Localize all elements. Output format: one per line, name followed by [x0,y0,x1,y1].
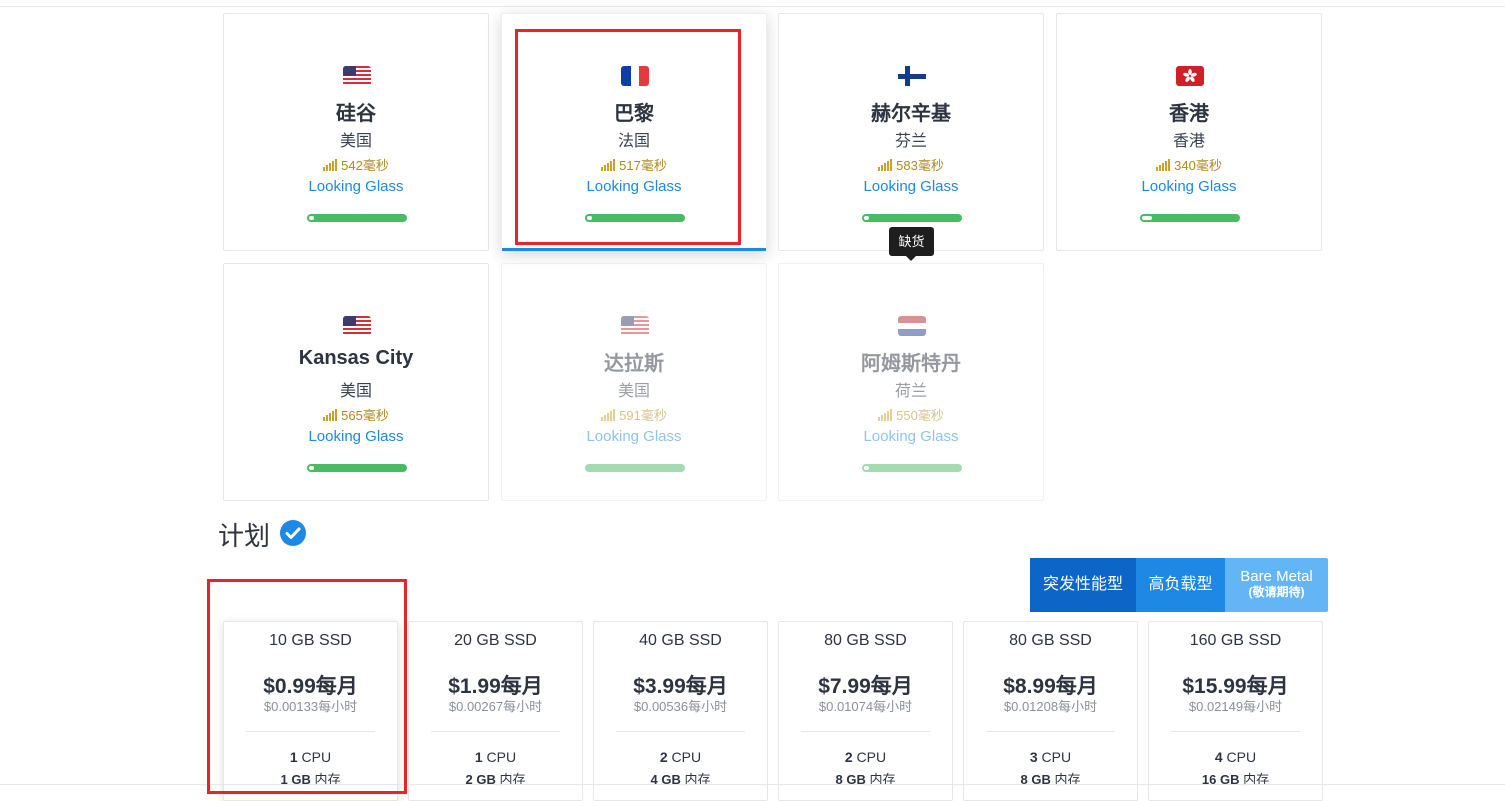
plan-hourly-price: $0.00536每小时 [633,699,728,714]
plan-divider [801,731,930,732]
plan-ram: 8 GB 内存 [835,772,896,787]
latency: 583毫秒 [779,155,1043,174]
looking-glass-link[interactable]: Looking Glass [502,428,766,445]
plan-card[interactable]: 160 GB SSD $15.99每月 $0.02149每小时 4 CPU 16… [1148,621,1323,801]
check-circle-icon [280,520,306,546]
plan-cpu: 3 CPU [1029,749,1072,765]
location-card-helsinki[interactable]: 赫尔辛基 芬兰 583毫秒 Looking Glass [778,13,1044,251]
plan-card[interactable]: 40 GB SSD $3.99每月 $0.00536每小时 2 CPU 4 GB… [593,621,768,801]
plan-storage: 160 GB SSD [1189,632,1282,649]
tab-bare-metal-sublabel: (敬请期待) [1248,585,1305,599]
availability-bar [1140,214,1240,222]
location-name: 赫尔辛基 [871,103,951,125]
availability-bar [585,464,685,472]
plan-cpu: 2 CPU [844,749,887,765]
location-country: 美国 [339,383,372,400]
plan-ram: 16 GB 内存 [1201,772,1270,787]
signal-icon [1156,159,1171,171]
availability-bar [307,464,407,472]
plan-storage: 40 GB SSD [639,632,722,649]
tab-bare-metal-label: Bare Metal [1240,568,1313,585]
location-card-dallas[interactable]: 达拉斯 美国 591毫秒 Looking Glass [501,263,767,501]
latency-value: 591毫秒 [619,408,667,423]
location-country: 荷兰 [894,383,927,400]
latency-value: 340毫秒 [1174,158,1222,173]
plan-cpu: 4 CPU [1214,749,1257,765]
tab-high-load[interactable]: 高负载型 [1136,558,1225,612]
signal-icon [323,159,338,171]
location-country: 芬兰 [894,133,927,150]
plan-cpu: 1 CPU [474,749,517,765]
signal-icon [878,159,893,171]
location-name: 硅谷 [336,103,376,125]
plan-card[interactable]: 80 GB SSD $8.99每月 $0.01208每小时 3 CPU 8 GB… [963,621,1138,801]
selection-highlight-box [515,29,741,245]
plan-card[interactable]: 20 GB SSD $1.99每月 $0.00267每小时 1 CPU 2 GB… [408,621,583,801]
location-country: 美国 [617,383,650,400]
plan-storage: 80 GB SSD [824,632,907,649]
looking-glass-link[interactable]: Looking Glass [224,428,488,445]
plan-hourly-price: $0.01208每小时 [1003,699,1098,714]
plan-hourly-price: $0.00267每小时 [448,699,543,714]
plan-ram: 8 GB 内存 [1020,772,1081,787]
location-country: 香港 [1172,133,1205,150]
plan-ram: 2 GB 内存 [465,772,526,787]
location-name: Kansas City [298,347,414,369]
location-card-hong-kong[interactable]: 香港 香港 340毫秒 Looking Glass [1056,13,1322,251]
latency: 591毫秒 [502,405,766,424]
plan-divider [616,731,745,732]
nl-flag-icon [898,316,926,336]
plan-divider [1171,731,1300,732]
us-flag-icon [343,66,371,86]
location-name: 达拉斯 [604,353,664,375]
fi-flag-icon [898,66,926,86]
plan-storage: 80 GB SSD [1009,632,1092,649]
location-name: 阿姆斯特丹 [861,353,961,375]
plan-hourly-price: $0.01074每小时 [818,699,913,714]
location-card-amsterdam[interactable]: 阿姆斯特丹 荷兰 550毫秒 Looking Glass [778,263,1044,501]
signal-icon [601,409,616,421]
location-country: 美国 [339,133,372,150]
latency-value: 583毫秒 [896,158,944,173]
availability-bar [862,464,962,472]
us-flag-icon [343,316,371,336]
plan-storage: 20 GB SSD [454,632,537,649]
latency-value: 565毫秒 [341,408,389,423]
looking-glass-link[interactable]: Looking Glass [779,178,1043,195]
latency-value: 542毫秒 [341,158,389,173]
plan-cpu: 2 CPU [659,749,702,765]
location-card-silicon-valley[interactable]: 硅谷 美国 542毫秒 Looking Glass [223,13,489,251]
us-flag-icon [621,316,649,336]
availability-bar [307,214,407,222]
looking-glass-link[interactable]: Looking Glass [779,428,1043,445]
selection-highlight-box [207,579,407,794]
latency: 542毫秒 [224,155,488,174]
availability-bar [862,214,962,222]
signal-icon [878,409,893,421]
top-divider [0,6,1505,7]
location-name: 香港 [1169,103,1209,125]
looking-glass-link[interactable]: Looking Glass [224,178,488,195]
signal-icon [323,409,338,421]
latency: 550毫秒 [779,405,1043,424]
location-card-kansas-city[interactable]: Kansas City 美国 565毫秒 Looking Glass [223,263,489,501]
plans-heading: 计划 [218,521,271,551]
hk-flag-icon [1176,66,1204,86]
plan-divider [431,731,560,732]
plan-hourly-price: $0.02149每小时 [1188,699,1283,714]
plan-card[interactable]: 80 GB SSD $7.99每月 $0.01074每小时 2 CPU 8 GB… [778,621,953,801]
latency-value: 550毫秒 [896,408,944,423]
plan-divider [986,731,1115,732]
latency: 340毫秒 [1057,155,1321,174]
plan-ram: 4 GB 内存 [650,772,711,787]
latency: 565毫秒 [224,405,488,424]
tab-bare-metal[interactable]: Bare Metal (敬请期待) [1225,558,1328,612]
out-of-stock-tooltip: 缺货 [889,227,934,261]
looking-glass-link[interactable]: Looking Glass [1057,178,1321,195]
tab-burstable[interactable]: 突发性能型 [1030,558,1136,612]
